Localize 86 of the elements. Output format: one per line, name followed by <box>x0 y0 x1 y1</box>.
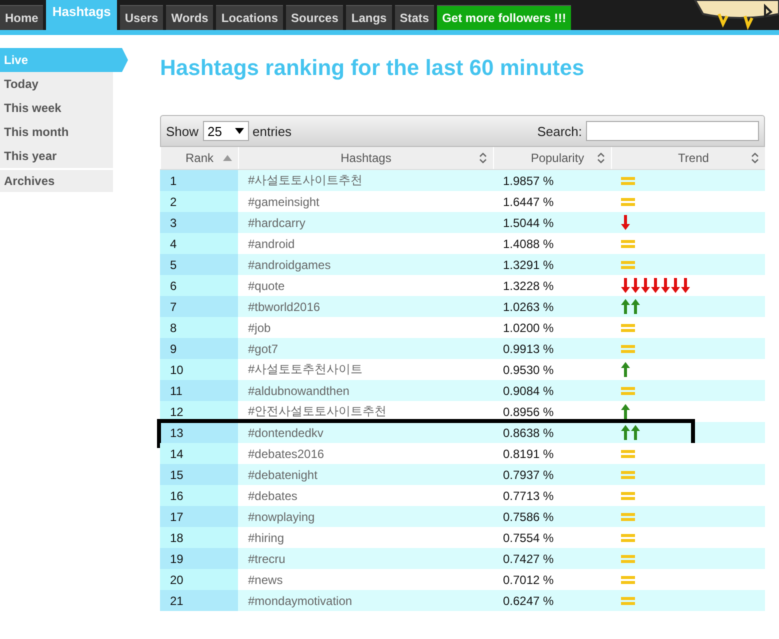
page-title: Hashtags ranking for the last 60 minutes <box>160 55 586 82</box>
hashtag-link[interactable]: #aldubnowandthen <box>238 380 493 401</box>
hashtag-link[interactable]: #nowplaying <box>238 506 493 527</box>
table-cell-text: 0.7586 % <box>502 508 555 526</box>
table-cell: 1 <box>160 170 238 191</box>
show-label: Show <box>166 124 199 138</box>
table-cell-text: 1.3291 % <box>502 256 555 274</box>
table-cell: 16 <box>160 485 238 506</box>
dropdown-caret-icon <box>234 128 244 134</box>
table-cell: 18 <box>160 527 238 548</box>
nav-tab[interactable]: Home <box>0 5 44 30</box>
nav-tab[interactable]: Locations <box>216 5 284 30</box>
nav-tab[interactable]: Langs <box>346 5 392 30</box>
column-header[interactable]: Rank <box>160 147 238 169</box>
table-cell: 10 <box>160 359 238 380</box>
hashtag-link[interactable]: #android <box>238 233 493 254</box>
hashtag-link[interactable]: #hardcarry <box>238 212 493 233</box>
hashtag-link[interactable]: #androidgames <box>238 254 493 275</box>
table-cell-text: 0.7713 % <box>502 488 555 504</box>
hashtag-link[interactable]: #dontendedkv <box>238 422 493 443</box>
table-cell-text: 0.8956 % <box>502 404 555 420</box>
nav-tab[interactable]: Users <box>120 5 164 30</box>
table-cell-text: 1.3228 % <box>502 278 555 294</box>
table-cell: 3 <box>160 212 238 233</box>
hashtag-link[interactable]: #debates <box>238 485 493 506</box>
hashtag-link[interactable]: #hiring <box>238 527 493 548</box>
column-header[interactable]: Trend <box>611 147 765 169</box>
table-cell: 7 <box>160 296 238 317</box>
table-cell-text: 0.9530 % <box>502 362 555 378</box>
table-cell-text: 1.6447 % <box>502 194 555 210</box>
table-cell: 11 <box>160 380 238 401</box>
sidebar-item[interactable]: Today <box>0 72 113 96</box>
table-cell-text: 1.0263 % <box>502 298 555 316</box>
table-cell: 14 <box>160 443 238 464</box>
search-label: Search: <box>537 124 582 138</box>
hashtag-link[interactable]: #job <box>238 317 493 338</box>
hashtag-link[interactable]: #debatenight <box>238 464 493 485</box>
entries-label: entries <box>252 124 292 138</box>
sidebar-item[interactable]: This week <box>0 96 113 120</box>
table-cell-text: 1.0200 % <box>502 320 555 336</box>
table-cell-text: 0.7012 % <box>502 572 555 588</box>
sidebar-item[interactable]: Archives <box>0 168 113 192</box>
hashtag-link[interactable]: #mondaymotivation <box>238 590 493 611</box>
table-cell-text: 0.7937 % <box>502 466 555 484</box>
column-header[interactable]: Hashtags <box>238 147 493 169</box>
table-cell-text: 0.8638 % <box>502 424 555 442</box>
table-cell-text: 0.8191 % <box>502 446 555 462</box>
table-cell-text: 0.7427 % <box>502 550 555 568</box>
table-cell: 13 <box>160 422 238 443</box>
table-cell-text: 0.7554 % <box>502 530 555 546</box>
hashtag-link[interactable]: #quote <box>238 275 493 296</box>
table-cell: 15 <box>160 464 238 485</box>
promo-tab[interactable]: Get more followers !!! <box>437 5 572 30</box>
table-cell-text: 0.9084 % <box>502 382 555 400</box>
table-cell-text: 1.9857 % <box>502 172 555 190</box>
sidebar-item[interactable]: This year <box>0 144 113 168</box>
table-cell: 5 <box>160 254 238 275</box>
table-cell: 8 <box>160 317 238 338</box>
sidebar-item[interactable]: This month <box>0 120 113 144</box>
table-cell: 4 <box>160 233 238 254</box>
nav-tab[interactable]: Sources <box>286 5 344 30</box>
column-header[interactable]: Popularity <box>493 147 611 169</box>
nav-tab[interactable]: Stats <box>394 5 434 30</box>
table-cell: 21 <box>160 590 238 611</box>
table-cell: 9 <box>160 338 238 359</box>
nav-tab[interactable]: Words <box>166 5 214 30</box>
hashtag-link[interactable]: #debates2016 <box>238 443 493 464</box>
hashtag-link[interactable]: #안전사설토토사이트추천 <box>238 401 493 422</box>
page-size-select[interactable]: 25 <box>202 121 249 141</box>
hashtag-link[interactable]: #news <box>238 569 493 590</box>
table-cell: 6 <box>160 275 238 296</box>
hashtag-link[interactable]: #tbworld2016 <box>238 296 493 317</box>
hashtag-link[interactable]: #gameinsight <box>238 191 493 212</box>
table-cell: 19 <box>160 548 238 569</box>
hashtag-link[interactable]: #사설토토사이트추천 <box>238 170 493 191</box>
search-field[interactable] <box>586 121 759 141</box>
table-cell-text: 0.6247 % <box>502 592 555 610</box>
table-cell: 17 <box>160 506 238 527</box>
table-cell: 20 <box>160 569 238 590</box>
table-cell-text: 1.5044 % <box>502 214 555 232</box>
table-cell-text: 1.4088 % <box>502 236 555 252</box>
hashtag-link[interactable]: #trecru <box>238 548 493 569</box>
table-cell-text: 0.9913 % <box>502 340 555 358</box>
hashtag-link[interactable]: #got7 <box>238 338 493 359</box>
hashtag-link[interactable]: #사설토토추천사이트 <box>238 359 493 380</box>
table-cell: 2 <box>160 191 238 212</box>
